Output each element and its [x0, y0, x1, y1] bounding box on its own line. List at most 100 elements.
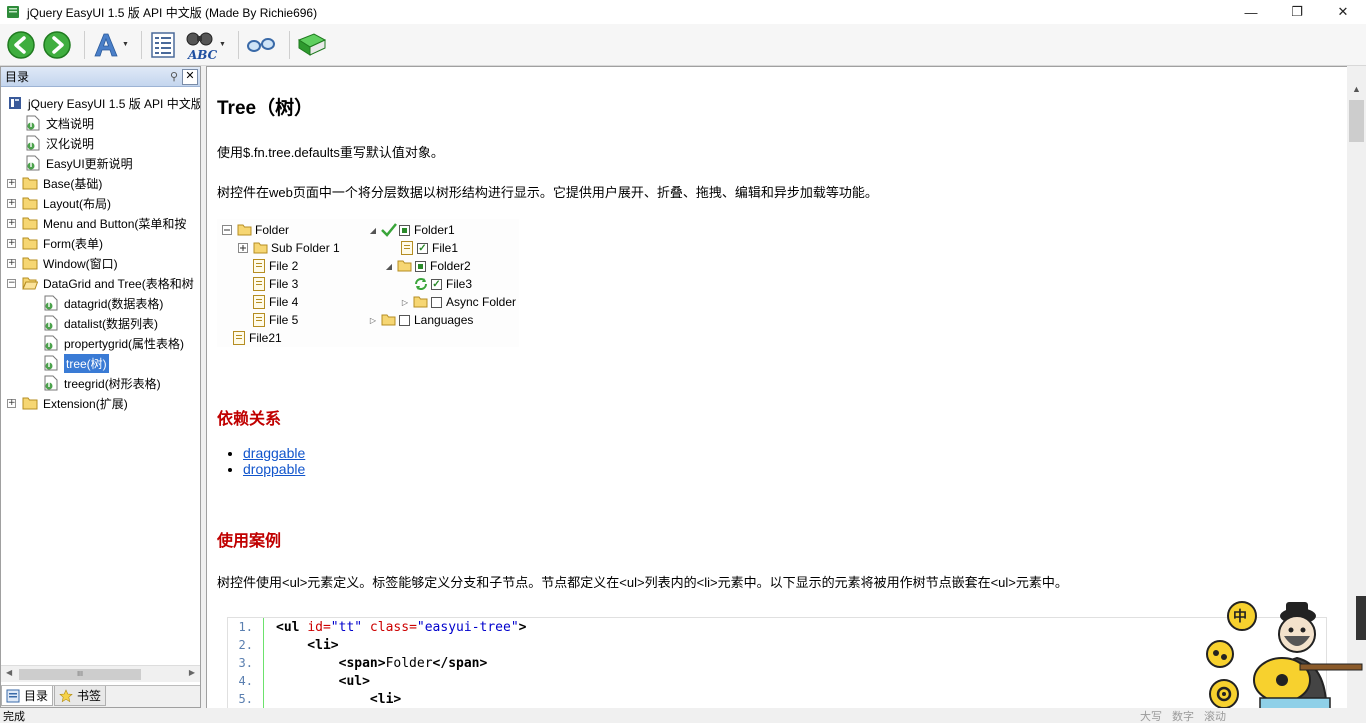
- sidebar-item[interactable]: treegrid(树形表格): [1, 373, 200, 393]
- pin-icon[interactable]: ⚲: [166, 69, 182, 85]
- scroll-left-icon[interactable]: ◀: [6, 668, 12, 677]
- dropdown-arrow-icon: ▼: [218, 41, 226, 48]
- demo-node: Sub Folder 1: [235, 239, 340, 257]
- page-icon: [43, 335, 59, 351]
- collapse-triangle-icon: ◢: [369, 225, 377, 235]
- toolbar-divider: [140, 30, 142, 59]
- page-icon: [25, 155, 41, 171]
- restore-button[interactable]: ❐: [1274, 0, 1320, 24]
- sidebar-item[interactable]: 文档说明: [1, 113, 200, 133]
- sidebar-item[interactable]: + Base(基础): [1, 173, 200, 193]
- expand-icon[interactable]: +: [7, 238, 16, 248]
- file-icon: [251, 294, 267, 310]
- topics-button[interactable]: [148, 27, 178, 63]
- line-number: 2.: [228, 636, 264, 654]
- bookmark-button[interactable]: [296, 27, 328, 63]
- sidebar-item[interactable]: propertygrid(属性表格): [1, 333, 200, 353]
- file-icon: [251, 258, 267, 274]
- scroll-thumb[interactable]: [1349, 100, 1364, 142]
- caps-indicator: 大写: [1140, 710, 1162, 723]
- folder-open-icon: [397, 258, 413, 274]
- checkbox-checked: ✓: [417, 242, 428, 254]
- content-pane: Tree（树） 使用$.fn.tree.defaults重写默认值对象。 树控件…: [206, 66, 1347, 708]
- toolbar-divider: [237, 30, 239, 59]
- file-icon: [399, 240, 415, 256]
- sidebar-close-button[interactable]: ✕: [182, 68, 198, 85]
- sidebar-item[interactable]: datalist(数据列表): [1, 313, 200, 333]
- demo-node-label: File 4: [269, 295, 299, 309]
- demo-node-label: Languages: [414, 313, 474, 327]
- forward-button[interactable]: [42, 27, 72, 63]
- folder-icon: [22, 195, 38, 211]
- code-token: </span>: [432, 655, 488, 671]
- folder-icon: [413, 294, 429, 310]
- code-token: >: [518, 619, 527, 635]
- code-line: 1. <ul id= "tt" class= "easyui-tree" >: [228, 618, 1326, 636]
- checkbox-partial: [399, 224, 410, 236]
- sidebar-item-label: Layout(布局): [43, 196, 112, 211]
- sidebar-item[interactable]: + Extension(扩展): [1, 393, 200, 413]
- expand-triangle-icon: ▷: [401, 297, 409, 307]
- window-title: jQuery EasyUI 1.5 版 API 中文版 (Made By Ric…: [27, 5, 318, 20]
- demo-node-label: Folder1: [414, 223, 455, 237]
- sidebar-item[interactable]: + Window(窗口): [1, 253, 200, 273]
- expand-icon[interactable]: +: [7, 178, 16, 188]
- tab-contents-label: 目录: [24, 689, 49, 703]
- expand-icon[interactable]: +: [7, 258, 16, 268]
- code-token: <li>: [276, 637, 339, 653]
- code-token: "tt": [330, 619, 363, 635]
- tab-contents[interactable]: 目录: [1, 686, 54, 706]
- code-token: <ul: [276, 619, 308, 635]
- page-icon: [25, 135, 41, 151]
- mascot-widget[interactable]: 中: [1200, 596, 1366, 724]
- sidebar-item[interactable]: + Layout(布局): [1, 193, 200, 213]
- folder-icon: [22, 395, 38, 411]
- code-line: 4. <ul>: [228, 672, 1326, 690]
- checkmark-icon: [381, 222, 397, 238]
- droppable-link[interactable]: droppable: [243, 461, 305, 477]
- code-block: 1. <ul id= "tt" class= "easyui-tree" >2. <li…: [227, 617, 1327, 708]
- folder-icon: [253, 240, 269, 256]
- code-token: id=: [307, 619, 331, 635]
- sidebar-item-label: Menu and Button(菜单和按: [43, 216, 187, 231]
- demo-node-label: File 2: [269, 259, 299, 273]
- sidebar-item[interactable]: 汉化说明: [1, 133, 200, 153]
- file-icon: [231, 330, 247, 346]
- page-icon: [43, 295, 59, 311]
- dependency-list: draggable droppable: [243, 445, 305, 477]
- search-button[interactable]: ABC ▼: [184, 27, 226, 63]
- title-bar: jQuery EasyUI 1.5 版 API 中文版 (Made By Ric…: [0, 0, 1366, 24]
- code-line: 2. <li>: [228, 636, 1326, 654]
- collapse-icon[interactable]: −: [7, 278, 16, 288]
- options-button[interactable]: [245, 27, 277, 63]
- minus-box-icon: [219, 222, 235, 238]
- scroll-thumb[interactable]: III: [19, 669, 141, 680]
- sidebar-item[interactable]: tree(树): [1, 353, 200, 373]
- sidebar-item-label: Base(基础): [43, 176, 103, 191]
- list-item: droppable: [243, 461, 305, 477]
- draggable-link[interactable]: draggable: [243, 445, 305, 461]
- expand-icon[interactable]: +: [7, 198, 16, 208]
- expand-icon[interactable]: +: [7, 398, 16, 408]
- page-icon: [43, 375, 59, 391]
- sidebar-tabs: 目录 书签: [1, 685, 200, 707]
- sidebar-item[interactable]: jQuery EasyUI 1.5 版 API 中文版: [1, 93, 200, 113]
- scroll-right-icon[interactable]: ▶: [189, 668, 195, 677]
- back-button[interactable]: [6, 27, 36, 63]
- usage-text: 树控件使用<ul>元素定义。标签能够定义分支和子节点。节点都定义在<ul>列表内…: [217, 575, 1068, 590]
- sidebar-item[interactable]: datagrid(数据表格): [1, 293, 200, 313]
- expand-icon[interactable]: +: [7, 218, 16, 228]
- dependencies-heading: 依赖关系: [217, 411, 282, 428]
- font-size-button[interactable]: ▼: [91, 27, 129, 63]
- folder-icon: [22, 175, 38, 191]
- scroll-up-icon[interactable]: ▲: [1352, 84, 1361, 94]
- sidebar-item[interactable]: − DataGrid and Tree(表格和树: [1, 273, 200, 293]
- horizontal-scrollbar[interactable]: ◀ III ▶: [1, 665, 200, 682]
- tab-bookmarks[interactable]: 书签: [54, 686, 107, 706]
- sidebar-item[interactable]: + Menu and Button(菜单和按: [1, 213, 200, 233]
- sidebar-item[interactable]: EasyUI更新说明: [1, 153, 200, 173]
- demo-node: File 3: [251, 275, 298, 293]
- close-button[interactable]: ✕: [1320, 0, 1366, 24]
- minimize-button[interactable]: —: [1228, 0, 1274, 24]
- sidebar-item[interactable]: + Form(表单): [1, 233, 200, 253]
